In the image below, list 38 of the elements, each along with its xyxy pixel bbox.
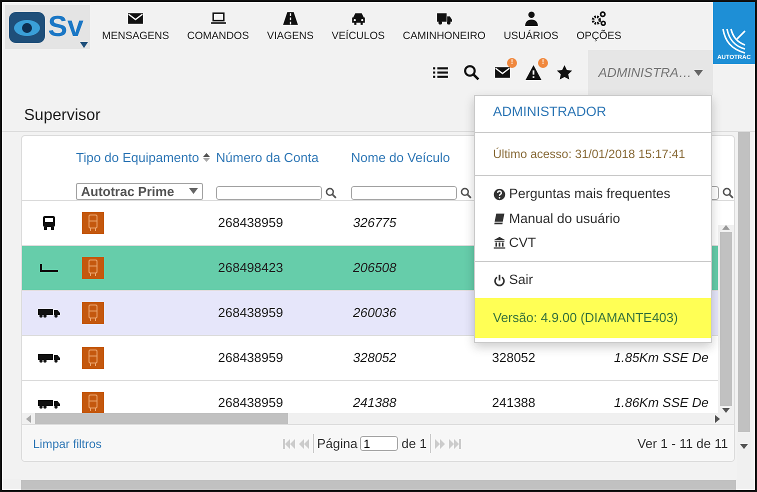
page-number-field[interactable]: 1 [360,436,398,451]
vehicle-name: 241388 [353,395,396,410]
nav-menu-item[interactable]: VIAGENS [258,10,323,43]
nav-menu-item[interactable]: MENSAGENS [93,10,178,43]
logout-link[interactable]: Sair [475,268,711,292]
account-number: 268498423 [218,260,284,275]
account-number: 268438959 [218,304,284,320]
column-header[interactable]: Número da Conta [216,148,319,167]
app-logo[interactable]: Sv [5,5,90,49]
vehicle-name: 260036 [353,304,396,320]
nav-menu-item[interactable]: CAMINHONEIRO [394,10,495,43]
version-banner: Versão: 4.9.00 (DIAMANTE403) [475,298,711,338]
nav-menu-item[interactable]: OPÇÕES [567,10,630,43]
last-access-text: Último acesso: 31/01/2018 15:17:41 [492,146,686,164]
nav-menu-item[interactable]: USUÁRIOS [494,10,568,43]
menu-link[interactable]: Manual do usuário [475,206,711,231]
table-cell: 241388 [492,395,536,410]
table-cell: 328052 [492,350,536,365]
vehicle-name: 326775 [353,214,396,230]
column-header[interactable]: Tipo do Equipamento [76,148,200,167]
location-text: 1.86Km SSE De [614,395,709,410]
equipment-filter-select[interactable]: Autotrac Prime [76,182,203,200]
logo-text: Sv [48,12,84,42]
clear-filters-link[interactable]: Limpar filtros [33,434,283,452]
account-number: 268438959 [218,395,284,410]
menu-header: ADMINISTRADOR [492,103,608,121]
nav-menu-item[interactable]: COMANDOS [178,10,258,43]
vehicle-name: 328052 [353,350,396,365]
records-summary: Ver 1 - 11 de 11 [637,434,728,453]
vehicle-name: 206508 [353,260,396,275]
location-text: 1.85Km SSE De [614,350,709,365]
account-number: 268438959 [218,214,284,230]
nav-menu-item[interactable]: VEÍCULOS [322,10,394,43]
page-label: Página [313,434,358,454]
column-header[interactable]: Nome do Veículo [351,148,450,167]
page-total: de 1 [401,434,431,454]
account-number: 268438959 [218,350,284,365]
user-menu-toggle[interactable]: ADMINISTRA… [588,50,713,95]
